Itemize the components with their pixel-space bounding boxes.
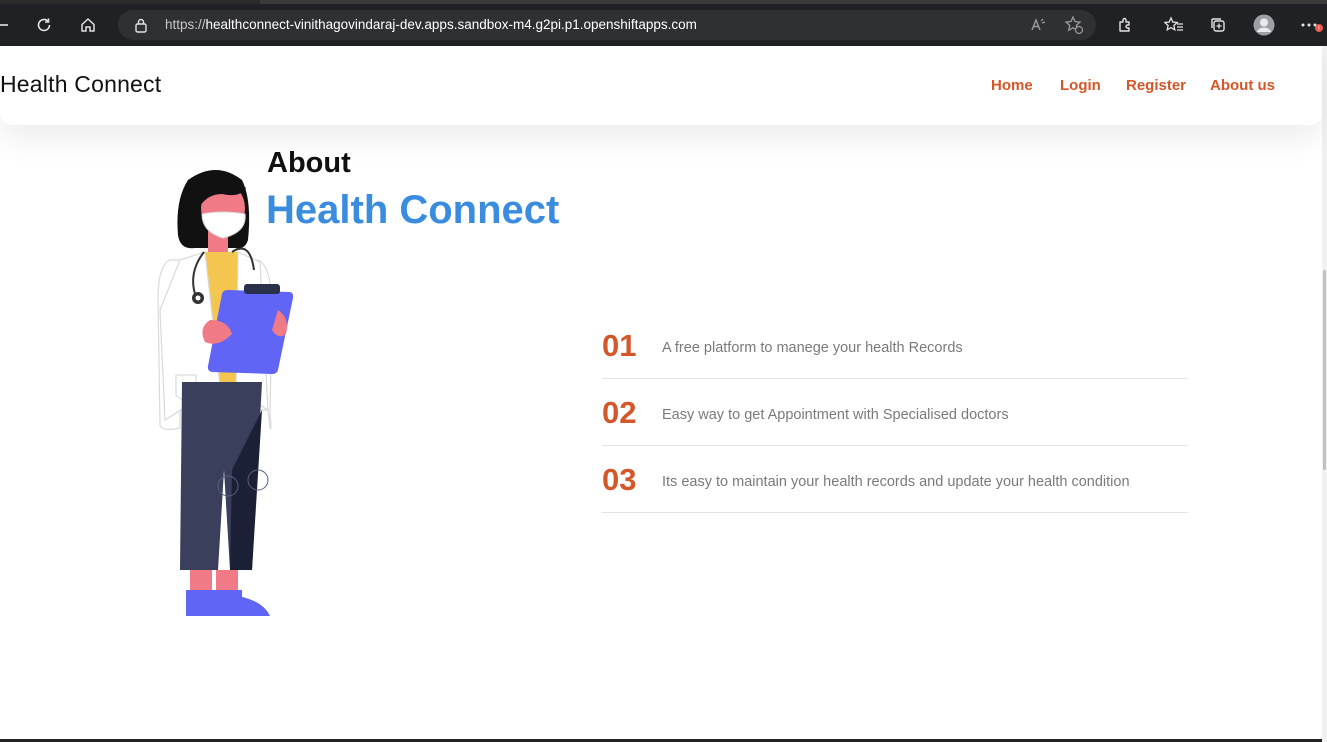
feature-text: A free platform to manege your health Re… (662, 340, 963, 356)
address-bar[interactable]: https://healthconnect-vinithagovindaraj-… (118, 10, 1096, 40)
feature-number: 01 (602, 328, 637, 363)
tab-strip-edge (260, 0, 1327, 4)
collections-icon[interactable] (1202, 9, 1234, 41)
browser-toolbar: https://healthconnect-vinithagovindaraj-… (0, 0, 1327, 50)
features-list: 01 A free platform to manege your health… (602, 312, 1188, 513)
nav-home[interactable]: Home (991, 77, 1033, 94)
scrollbar-thumb[interactable] (1323, 270, 1326, 470)
home-icon[interactable] (72, 9, 104, 41)
read-aloud-icon[interactable] (1022, 9, 1054, 41)
feature-number: 02 (602, 395, 637, 430)
more-menu-icon[interactable]: ! (1295, 9, 1327, 41)
url-prefix: https:// (165, 17, 206, 32)
tab-strip (0, 0, 1327, 4)
feature-text: Easy way to get Appointment with Special… (662, 407, 1009, 423)
profile-avatar-icon[interactable] (1248, 9, 1280, 41)
extensions-icon[interactable] (1109, 9, 1141, 41)
nav-login[interactable]: Login (1060, 77, 1101, 94)
back-icon[interactable] (0, 9, 18, 41)
doctor-illustration (150, 170, 300, 625)
refresh-icon[interactable] (28, 9, 60, 41)
feature-item: 02 Easy way to get Appointment with Spec… (602, 379, 1188, 446)
url-text[interactable]: https://healthconnect-vinithagovindaraj-… (165, 17, 697, 32)
about-label: About (267, 147, 351, 179)
feature-text: Its easy to maintain your health records… (662, 474, 1130, 490)
site-header: Health Connect Home Login Register About… (0, 46, 1322, 125)
about-title: Health Connect (266, 188, 560, 232)
feature-number: 03 (602, 462, 637, 497)
add-favorite-icon[interactable] (1058, 9, 1090, 41)
lock-icon[interactable] (134, 17, 148, 38)
nav-about-us[interactable]: About us (1210, 77, 1275, 94)
favorites-icon[interactable] (1158, 9, 1190, 41)
nav-register[interactable]: Register (1126, 77, 1186, 94)
feature-item: 01 A free platform to manege your health… (602, 312, 1188, 379)
brand-logo-text[interactable]: Health Connect (0, 71, 161, 98)
feature-item: 03 Its easy to maintain your health reco… (602, 446, 1188, 513)
url-domain: healthconnect-vinithagovindaraj-dev.apps… (205, 17, 697, 32)
